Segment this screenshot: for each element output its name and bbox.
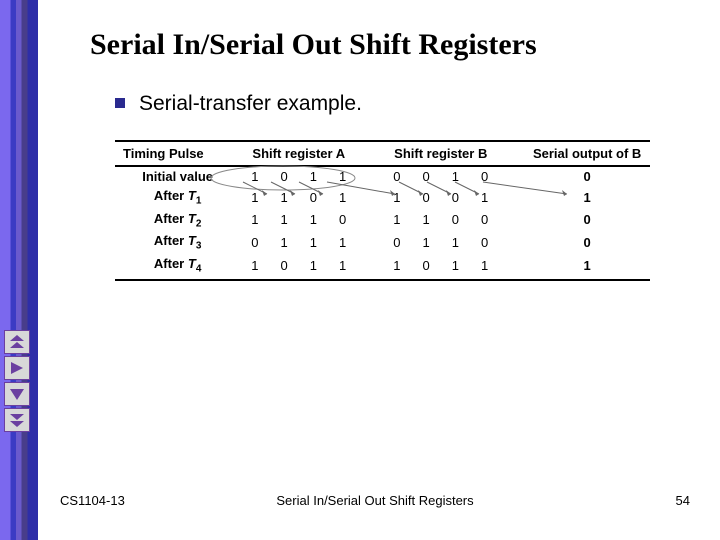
cell-b: 1: [412, 209, 441, 232]
bullet-text: Serial-transfer example.: [139, 92, 362, 116]
row-label: After T1: [115, 186, 240, 209]
slide-footer: CS1104-13 Serial In/Serial Out Shift Reg…: [60, 493, 690, 508]
table-row: Initial value101100100: [115, 166, 650, 186]
cell-b: 0: [441, 209, 470, 232]
table: Timing Pulse Shift register A Shift regi…: [115, 140, 650, 281]
cell-out: 0: [524, 209, 650, 232]
triangle-down-icon: [9, 387, 25, 401]
cell-a: 0: [240, 231, 269, 254]
cell-out: 1: [524, 186, 650, 209]
cell-a: 1: [299, 254, 328, 281]
cell-a: 1: [328, 166, 357, 186]
footer-page-number: 54: [676, 493, 690, 508]
cell-b: 1: [441, 231, 470, 254]
cell-b: 0: [470, 166, 499, 186]
col-shift-a: Shift register A: [240, 141, 357, 166]
cell-a: 1: [240, 254, 269, 281]
cell-a: 0: [328, 209, 357, 232]
sidebar-stripe: [0, 0, 38, 540]
cell-b: 1: [441, 166, 470, 186]
footer-center: Serial In/Serial Out Shift Registers: [60, 493, 690, 508]
cell-a: 0: [270, 166, 299, 186]
cell-b: 0: [382, 166, 411, 186]
cell-b: 1: [382, 186, 411, 209]
double-down-icon: [9, 413, 25, 427]
cell-b: 0: [412, 254, 441, 281]
cell-a: 1: [270, 231, 299, 254]
cell-a: 1: [270, 209, 299, 232]
table-row: After T3011101100: [115, 231, 650, 254]
cell-a: 1: [270, 186, 299, 209]
cell-a: 1: [328, 231, 357, 254]
cell-a: 0: [270, 254, 299, 281]
cell-a: 1: [299, 231, 328, 254]
triangle-right-icon: [9, 361, 25, 375]
cell-b: 1: [382, 209, 411, 232]
cell-b: 1: [412, 231, 441, 254]
nav-first-button[interactable]: [4, 330, 30, 354]
cell-b: 0: [470, 231, 499, 254]
table-header-row: Timing Pulse Shift register A Shift regi…: [115, 141, 650, 166]
cell-a: 0: [299, 186, 328, 209]
cell-b: 1: [382, 254, 411, 281]
bullet-item: Serial-transfer example.: [115, 92, 680, 116]
cell-b: 1: [470, 186, 499, 209]
table-row: After T1110110011: [115, 186, 650, 209]
cell-out: 0: [524, 231, 650, 254]
cell-out: 0: [524, 166, 650, 186]
table-row: After T4101110111: [115, 254, 650, 281]
cell-a: 1: [299, 166, 328, 186]
row-label: After T2: [115, 209, 240, 232]
nav-last-button[interactable]: [4, 408, 30, 432]
slide: Serial In/Serial Out Shift Registers Ser…: [0, 0, 720, 540]
cell-b: 0: [441, 186, 470, 209]
nav-buttons: [4, 330, 30, 432]
cell-a: 1: [299, 209, 328, 232]
cell-a: 1: [240, 186, 269, 209]
cell-b: 0: [470, 209, 499, 232]
nav-prev-button[interactable]: [4, 356, 30, 380]
cell-b: 1: [441, 254, 470, 281]
cell-out: 1: [524, 254, 650, 281]
double-up-icon: [9, 335, 25, 349]
cell-a: 1: [240, 209, 269, 232]
cell-a: 1: [240, 166, 269, 186]
page-title: Serial In/Serial Out Shift Registers: [90, 28, 680, 62]
nav-next-button[interactable]: [4, 382, 30, 406]
col-serial-out: Serial output of B: [524, 141, 650, 166]
table-row: After T2111011000: [115, 209, 650, 232]
footer-left: CS1104-13: [60, 493, 125, 508]
cell-b: 0: [412, 186, 441, 209]
cell-b: 1: [470, 254, 499, 281]
row-label: After T3: [115, 231, 240, 254]
cell-a: 1: [328, 186, 357, 209]
col-shift-b: Shift register B: [382, 141, 499, 166]
cell-a: 1: [328, 254, 357, 281]
shift-register-table: Timing Pulse Shift register A Shift regi…: [115, 140, 650, 281]
square-bullet-icon: [115, 98, 125, 108]
col-timing-pulse: Timing Pulse: [115, 141, 240, 166]
cell-b: 0: [412, 166, 441, 186]
cell-b: 0: [382, 231, 411, 254]
row-label: Initial value: [115, 166, 240, 186]
row-label: After T4: [115, 254, 240, 281]
